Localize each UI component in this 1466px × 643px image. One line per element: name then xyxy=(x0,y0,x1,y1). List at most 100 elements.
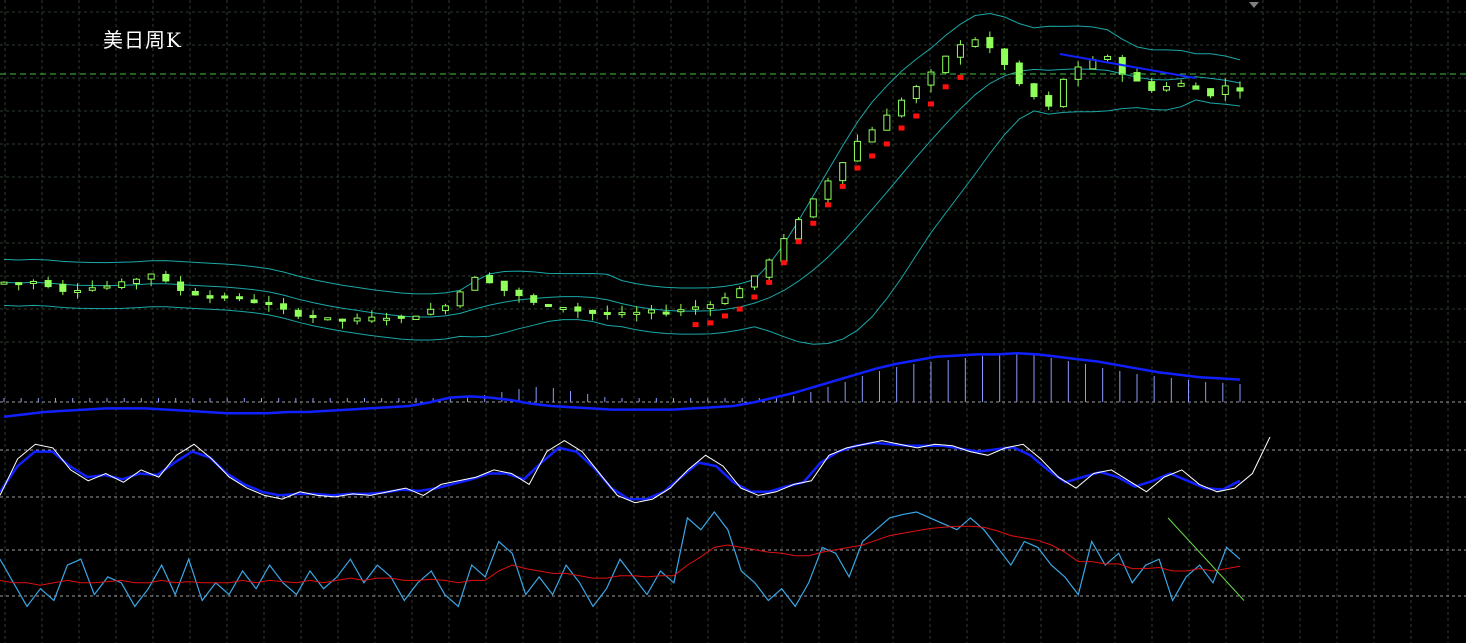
candle-body xyxy=(883,114,891,131)
candle-body xyxy=(589,309,597,314)
candle-body xyxy=(956,44,964,58)
candle-body xyxy=(603,311,611,315)
candle-body xyxy=(706,304,714,309)
candle-body xyxy=(1015,62,1023,85)
candle-body xyxy=(441,305,449,312)
candle-body xyxy=(633,311,641,315)
candle-body xyxy=(368,316,376,322)
candle-body xyxy=(780,238,788,262)
candle-body xyxy=(397,315,405,319)
candle-body xyxy=(912,86,920,99)
bollinger-middle xyxy=(3,68,1241,318)
chart-canvas xyxy=(0,0,1466,643)
candle-body xyxy=(235,296,243,300)
sar-dot xyxy=(869,153,876,159)
candle-body xyxy=(456,291,464,307)
candle-body xyxy=(74,290,82,294)
sar-dot xyxy=(795,239,802,245)
sar-dot xyxy=(854,165,861,171)
candle-body xyxy=(721,297,729,305)
candle-body xyxy=(118,281,126,289)
candle-body xyxy=(750,275,758,288)
candle-body xyxy=(162,273,170,282)
oscillator-fast-line xyxy=(0,511,1241,608)
candle-body xyxy=(132,278,140,284)
sar-dot xyxy=(766,279,773,285)
candle-body xyxy=(427,308,435,315)
candle-body xyxy=(853,140,861,162)
sar-dot xyxy=(898,125,905,131)
chart-shift-marker-icon[interactable] xyxy=(1249,2,1259,8)
candle-body xyxy=(1030,83,1038,98)
candle-body xyxy=(1001,48,1009,65)
sar-dot xyxy=(913,113,920,119)
candle-body xyxy=(839,162,847,182)
sar-dot xyxy=(957,74,964,80)
candle-body xyxy=(795,219,803,240)
candle-body xyxy=(1045,95,1053,107)
candle-body xyxy=(986,37,994,49)
bollinger-bands xyxy=(3,12,1241,345)
sar-dot xyxy=(942,84,949,90)
candle-body xyxy=(206,295,214,299)
candle-body xyxy=(647,309,655,314)
candle-body xyxy=(1104,55,1112,60)
candle-body xyxy=(942,55,950,74)
sar-dot xyxy=(707,320,714,326)
sar-dot xyxy=(928,101,934,107)
candle-body xyxy=(1162,85,1170,91)
candle-body xyxy=(250,299,258,304)
candle-body xyxy=(1148,81,1156,91)
candle-body xyxy=(29,280,37,284)
candle-body xyxy=(500,280,508,291)
candle-body xyxy=(1221,85,1229,95)
candle-body xyxy=(736,288,744,299)
candle-body xyxy=(1236,87,1244,92)
candle-body xyxy=(486,275,494,284)
sar-dot xyxy=(810,220,817,226)
sar-dot xyxy=(751,294,758,300)
candle-body xyxy=(412,315,420,321)
candle-body xyxy=(265,301,273,305)
candle-body xyxy=(1192,85,1200,90)
candle-body xyxy=(868,129,876,143)
candle-body xyxy=(824,180,832,200)
candle-body xyxy=(59,283,67,292)
candle-body xyxy=(530,295,538,303)
candle-body xyxy=(692,306,700,310)
candle-body xyxy=(1177,82,1185,87)
candle-body xyxy=(147,273,155,280)
sar-dot xyxy=(883,141,890,147)
candle-body xyxy=(515,289,523,297)
candle-body xyxy=(294,309,302,317)
candle-body xyxy=(88,287,96,291)
candle-body xyxy=(1074,66,1082,80)
sar-dot xyxy=(692,322,699,328)
candle-body xyxy=(0,281,8,285)
sar-dot xyxy=(839,183,846,189)
sar-dot xyxy=(780,260,787,266)
candle-body xyxy=(280,303,288,310)
sar-dot xyxy=(736,306,743,312)
stochastic-signal-line xyxy=(0,441,1241,501)
sar-dot xyxy=(825,202,831,208)
candle-body xyxy=(1059,78,1067,108)
candle-body xyxy=(338,318,346,322)
candle-body xyxy=(353,317,361,322)
bollinger-upper xyxy=(3,12,1241,295)
candle-body xyxy=(809,198,817,218)
candle-body xyxy=(191,290,199,296)
candle-body xyxy=(765,259,773,278)
oscillator-panel xyxy=(0,511,1245,608)
macd-panel xyxy=(3,351,1241,419)
candle-body xyxy=(559,306,567,310)
candle-body xyxy=(471,276,479,291)
macd-signal-line xyxy=(3,351,1241,419)
candle-body xyxy=(544,304,552,308)
candle-body xyxy=(383,317,391,321)
sar-dot xyxy=(722,313,728,319)
candle-body xyxy=(324,317,332,321)
price-candles xyxy=(0,31,1244,329)
chart-title: 美日周K xyxy=(103,28,182,52)
candle-body xyxy=(177,281,185,291)
